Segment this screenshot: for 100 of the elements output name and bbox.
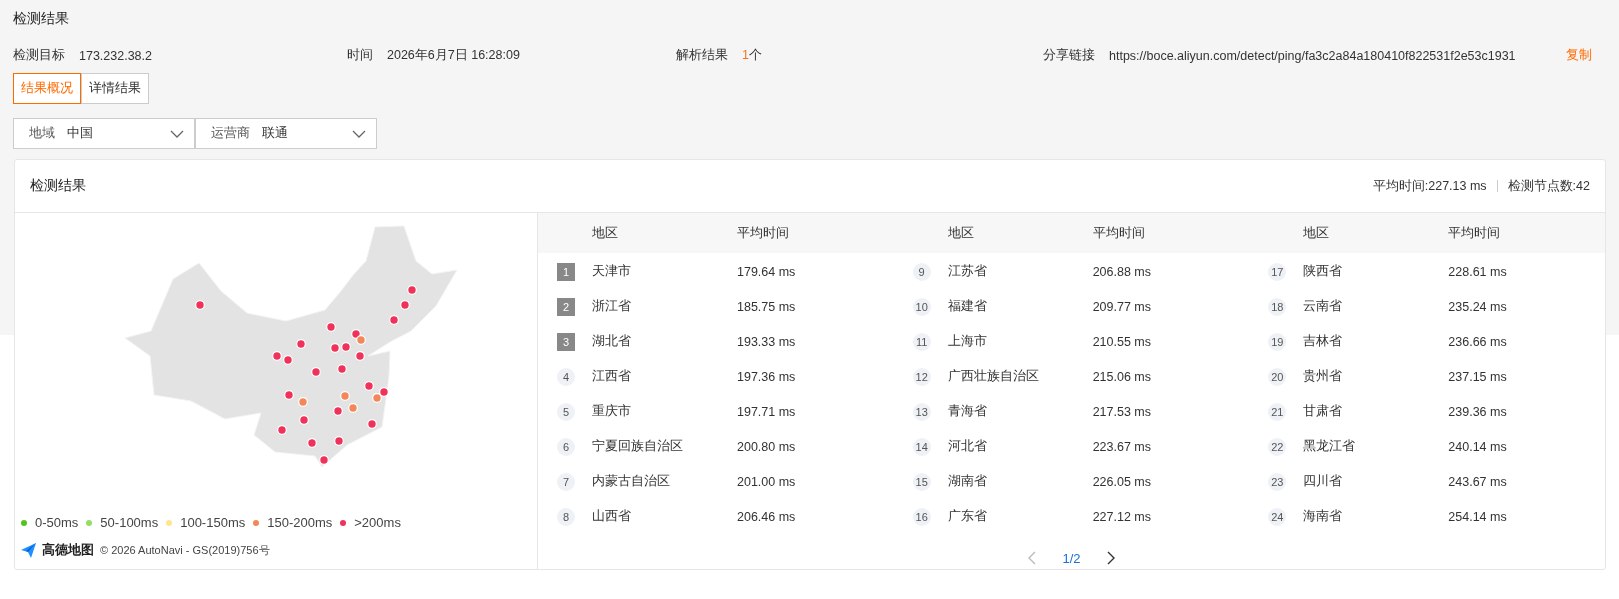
table-cell-text: 239.36 ms [1448,404,1508,419]
table-cell-text: 山西省 [592,508,632,525]
page-title: 检测结果 [13,10,70,28]
page-indicator: 1/2 [1062,550,1081,566]
info-value: 173.232.38.2 [79,48,152,63]
table-cell-text: 江苏省 [947,263,988,280]
rank-badge: 22 [1268,437,1287,456]
rank-badge: 9 [912,262,931,281]
column-header: 地区 [592,224,619,242]
info-label: 分享链接 [1043,47,1095,64]
table-cell-text: 227.12 ms [1092,509,1153,524]
table-cell-text: 197.36 ms [737,369,797,384]
tab[interactable]: 详情结果 [81,73,149,104]
table-cell-text: 237.15 ms [1448,369,1508,384]
info-label: 解析结果 [676,47,728,64]
rank-badge: 17 [1268,262,1287,281]
info-value: 1个 [742,47,762,64]
info-label: 检测目标 [13,47,65,64]
rank-badge: 15 [912,472,931,491]
rank-badge: 4 [557,367,575,386]
table-cell-text: 宁夏回族自治区 [592,438,684,455]
brand-name: 高德地图 [42,542,94,559]
rank-badge: 21 [1268,402,1287,421]
table-cell-text: 贵州省 [1303,368,1344,385]
table-cell-text: 206.88 ms [1092,264,1153,279]
table-cell-text: 179.64 ms [737,264,797,279]
table-cell-text: 235.24 ms [1448,299,1508,314]
table-cell-text: 天津市 [592,263,632,280]
info-value: https://boce.aliyun.com/detect/ping/fa3c2a84a180410f822531f2e53c1931 [1109,48,1516,63]
info-value: 2026年6月7日 16:28:09 [387,47,520,64]
chevron-down-icon [170,129,184,138]
table-cell-text: 236.66 ms [1448,334,1508,349]
table-cell-text: 海南省 [1303,508,1344,525]
table-cell-text: 云南省 [1303,298,1344,315]
legend-label: >200ms [354,515,401,530]
table-cell-text: 206.46 ms [737,509,797,524]
table-cell-text: 223.67 ms [1092,439,1153,454]
info-label: 时间 [347,47,373,64]
rank-badge: 12 [912,367,931,386]
table-cell-text: 河北省 [947,438,988,455]
column-header: 地区 [947,224,975,242]
table-cell-text: 甘肃省 [1303,403,1344,420]
rank-badge: 14 [912,437,931,456]
table-cell-text: 吉林省 [1303,333,1344,350]
table-cell-text: 上海市 [947,333,988,350]
rank-badge: 24 [1268,507,1287,526]
rank-badge: 10 [912,297,931,316]
dropdown[interactable]: 地域 中国 [13,118,195,149]
table-cell-text: 四川省 [1303,473,1344,490]
paper-plane-icon [21,543,36,558]
table-cell-text: 226.05 ms [1092,474,1153,489]
column-header: 平均时间 [1092,224,1146,242]
rank-badge: 16 [912,507,931,526]
table-cell-text: 黑龙江省 [1303,438,1357,455]
table-cell-text: 湖南省 [947,473,988,490]
rank-badge: 7 [557,472,575,491]
rank-badge: 5 [557,402,575,421]
rank-badge: 11 [912,332,931,351]
rank-badge: 23 [1268,472,1287,491]
legend-label: 100-150ms [180,515,246,530]
rank-badge: 2 [557,297,575,316]
column-header: 平均时间 [1448,224,1502,242]
table-cell-text: 内蒙古自治区 [592,473,671,490]
map-copyright: © 2026 AutoNavi - GS(2019)756号 [100,543,270,558]
table-cell-text: 陕西省 [1303,263,1344,280]
rank-badge: 8 [557,507,575,526]
table-cell-text: 201.00 ms [737,474,797,489]
table-cell-text: 254.14 ms [1448,509,1508,524]
rank-badge: 20 [1268,367,1287,386]
table-cell-text: 240.14 ms [1448,439,1508,454]
table-cell-text: 福建省 [947,298,988,315]
table-cell-text: 228.61 ms [1448,264,1508,279]
card-title: 检测结果 [30,177,86,195]
legend-label: 50-100ms [100,515,159,530]
summary-text: 平均时间:227.13 ms [1372,177,1487,195]
table-cell-text: 重庆市 [592,403,632,420]
rank-badge: 6 [557,437,575,456]
table-cell-text: 广西壮族自治区 [947,368,1040,385]
table-cell-text: 193.33 ms [737,334,797,349]
table-cell-text: 200.80 ms [737,439,797,454]
rank-badge: 13 [912,402,931,421]
rank-badge: 19 [1268,332,1287,351]
table-cell-text: 湖北省 [592,333,632,350]
table-cell-text: 209.77 ms [1092,299,1153,314]
table-cell-text: 210.55 ms [1092,334,1153,349]
table-cell-text: 江西省 [592,368,632,385]
dropdown[interactable]: 运营商 联通 [195,118,377,149]
rank-badge: 3 [557,332,575,351]
chevron-down-icon [352,129,366,138]
table-cell-text: 185.75 ms [737,299,797,314]
column-header: 平均时间 [737,224,790,242]
table-cell-text: 217.53 ms [1092,404,1153,419]
rank-badge: 18 [1268,297,1287,316]
table-cell-text: 广东省 [947,508,988,525]
table-cell-text: 青海省 [947,403,988,420]
rank-badge: 1 [557,262,575,281]
table-cell-text: 243.67 ms [1448,474,1508,489]
table-cell-text: 浙江省 [592,298,632,315]
legend-label: 0-50ms [35,515,79,530]
column-header: 地区 [1303,224,1331,242]
